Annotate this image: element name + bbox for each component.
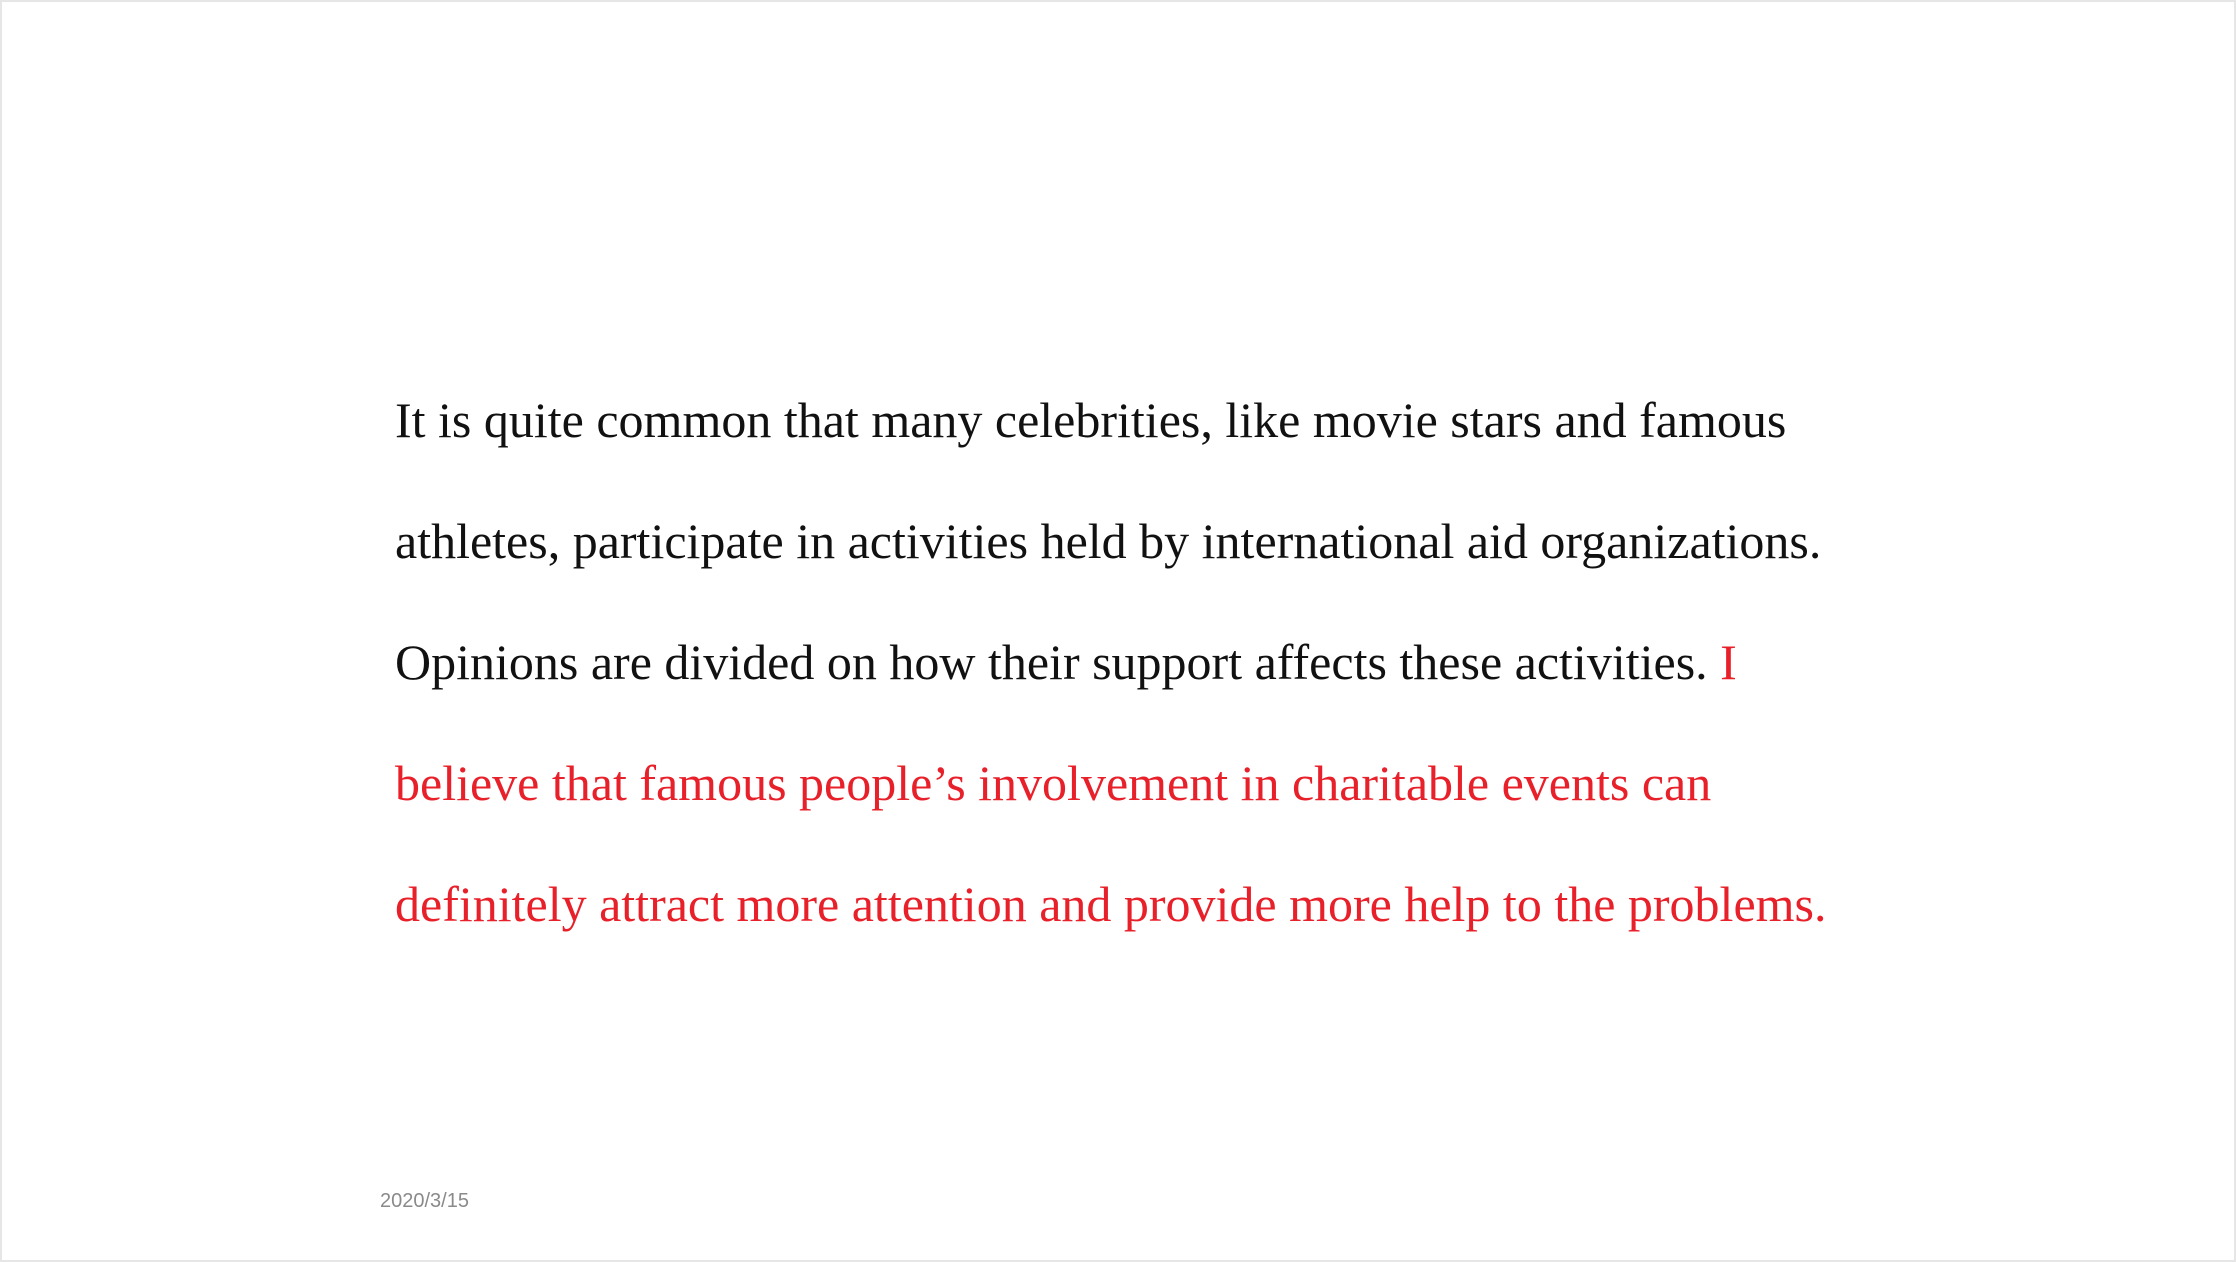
slide-date: 2020/3/15 xyxy=(380,1190,469,1212)
text-line-3-black: Opinions are divided on how their suppor… xyxy=(395,634,1708,690)
text-line-5: definitely attract more attention and pr… xyxy=(395,864,1895,985)
text-line-4-red: believe that famous people’s involvement… xyxy=(395,755,1712,811)
text-line-2: athletes, participate in activities held… xyxy=(395,501,1895,622)
slide: It is quite common that many celebrities… xyxy=(0,0,2236,1262)
text-line-2-black: athletes, participate in activities held… xyxy=(395,513,1822,569)
text-line-1-black: It is quite common that many celebrities… xyxy=(395,392,1787,448)
text-line-5-red: definitely attract more attention and pr… xyxy=(395,876,1827,932)
text-line-3: Opinions are divided on how their suppor… xyxy=(395,622,1895,743)
text-line-4: believe that famous people’s involvement… xyxy=(395,743,1895,864)
text-line-3-red: I xyxy=(1720,634,1737,690)
text-line-1: It is quite common that many celebrities… xyxy=(395,380,1895,501)
slide-body-text: It is quite common that many celebrities… xyxy=(395,380,1895,985)
